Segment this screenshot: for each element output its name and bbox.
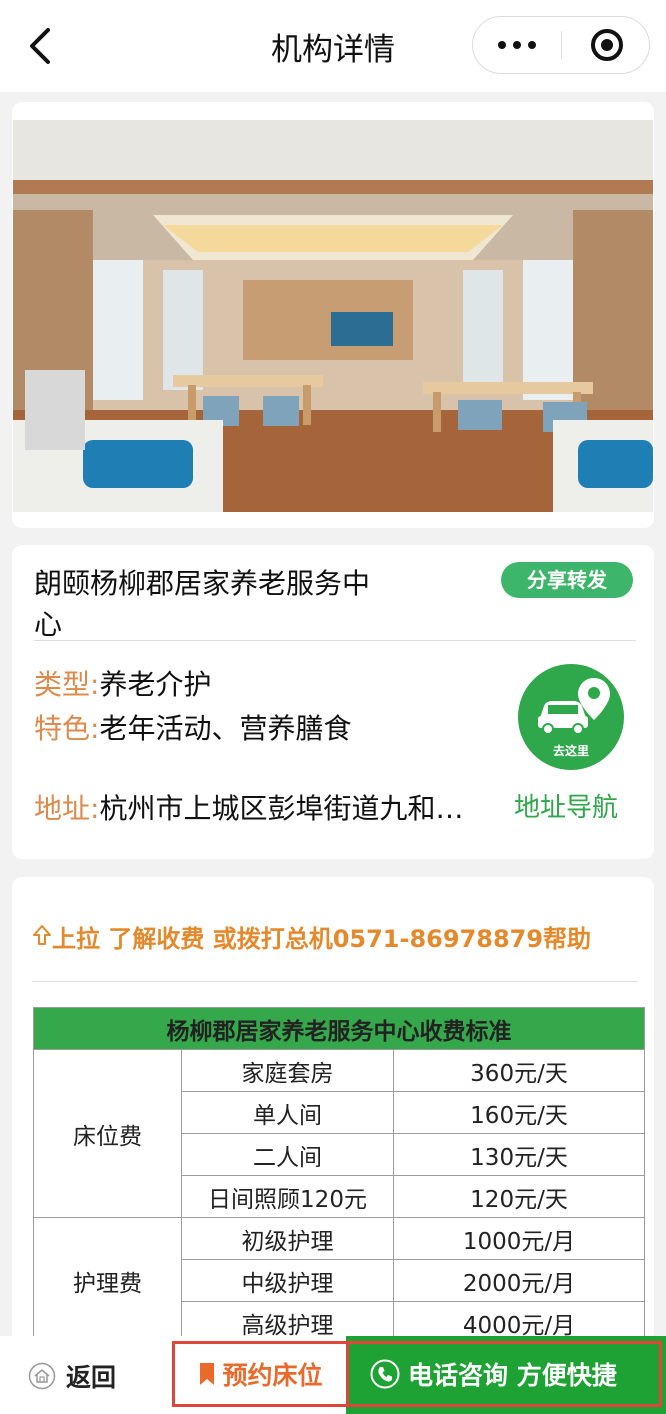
address-navigation-link[interactable]: 地址导航 [514,787,618,824]
fee-table-title: 杨柳郡居家养老服务中心收费标准 [33,1007,645,1050]
fee-item: 中级护理 [181,1259,394,1302]
fee-table: 杨柳郡居家养老服务中心收费标准 床位费 家庭套房 360元/天 单人间 160元… [33,1007,645,1344]
phone-consult-button[interactable]: 电话咨询 方便快捷 [346,1336,666,1414]
arrow-up-icon [33,925,51,945]
org-info-card: 朗颐杨柳郡居家养老服务中心 分享转发 类型:养老介护 特色:老年活动、营养膳食 … [12,545,654,859]
bottom-action-bar: 返回 预约床位 电话咨询 方便快捷 [0,1336,666,1414]
feature-label: 特色: [34,712,100,745]
home-label: 返回 [66,1363,117,1392]
fee-price: 120元/天 [393,1175,645,1218]
type-label: 类型: [34,668,100,701]
fee-price: 2000元/月 [393,1259,645,1302]
fee-item: 家庭套房 [181,1049,394,1092]
nav-header: 机构详情 [0,0,666,92]
fee-item: 初级护理 [181,1217,394,1260]
photo-carousel-card [12,102,654,593]
more-button[interactable] [473,17,561,73]
fee-item: 日间照顾120元 [181,1175,394,1218]
facility-photo[interactable] [13,120,653,512]
feature-value: 老年活动、营养膳食 [99,712,352,745]
go-here-label: 去这里 [552,744,589,758]
fee-item: 单人间 [181,1091,394,1134]
more-dots-icon [498,41,506,49]
fee-category: 护理费 [33,1217,182,1344]
fee-price: 360元/天 [393,1049,645,1092]
address-label: 地址: [34,792,100,825]
divider [34,640,636,641]
home-back-button[interactable]: 返回 [28,1356,116,1396]
phone-icon [370,1359,400,1389]
fee-item: 二人间 [181,1133,394,1176]
address-row: 地址:杭州市上城区彭埠街道九和… [34,787,514,827]
table-row: 床位费 家庭套房 360元/天 [33,1049,645,1218]
fee-price: 130元/天 [393,1133,645,1176]
fee-price: 1000元/月 [393,1217,645,1260]
address-value: 杭州市上城区彭埠街道九和… [99,792,464,825]
capsule-divider [561,31,562,59]
fee-category: 床位费 [33,1049,182,1218]
feature-row: 特色:老年活动、营养膳食 [34,707,351,747]
type-row: 类型:养老介护 [34,663,211,703]
table-row: 护理费 初级护理 1000元/月 [33,1217,645,1344]
fee-hint-text: 上拉 了解收费 或拨打总机0571-86978879帮助 [52,925,592,953]
facility-photo-image [13,120,653,512]
share-button[interactable]: 分享转发 [501,562,633,598]
book-bed-button[interactable]: 预约床位 [172,1341,346,1407]
divider [32,981,638,982]
fees-card: 上拉 了解收费 或拨打总机0571-86978879帮助 杨柳郡居家养老服务中心… [12,877,654,1414]
bookmark-icon [200,1363,215,1385]
home-icon [28,1362,56,1390]
target-close-icon[interactable] [591,29,623,61]
phone-consult-content: 电话咨询 方便快捷 [370,1356,617,1392]
car-location-icon [538,678,610,735]
phone-consult-label: 电话咨询 方便快捷 [408,1361,617,1390]
book-bed-label: 预约床位 [222,1361,323,1390]
fee-hint[interactable]: 上拉 了解收费 或拨打总机0571-86978879帮助 [32,919,591,954]
go-here-button[interactable]: 去这里 [518,664,624,770]
type-value: 养老介护 [99,668,212,701]
mini-program-capsule [472,16,650,74]
org-name: 朗颐杨柳郡居家养老服务中心 [34,567,371,641]
fee-price: 160元/天 [393,1091,645,1134]
